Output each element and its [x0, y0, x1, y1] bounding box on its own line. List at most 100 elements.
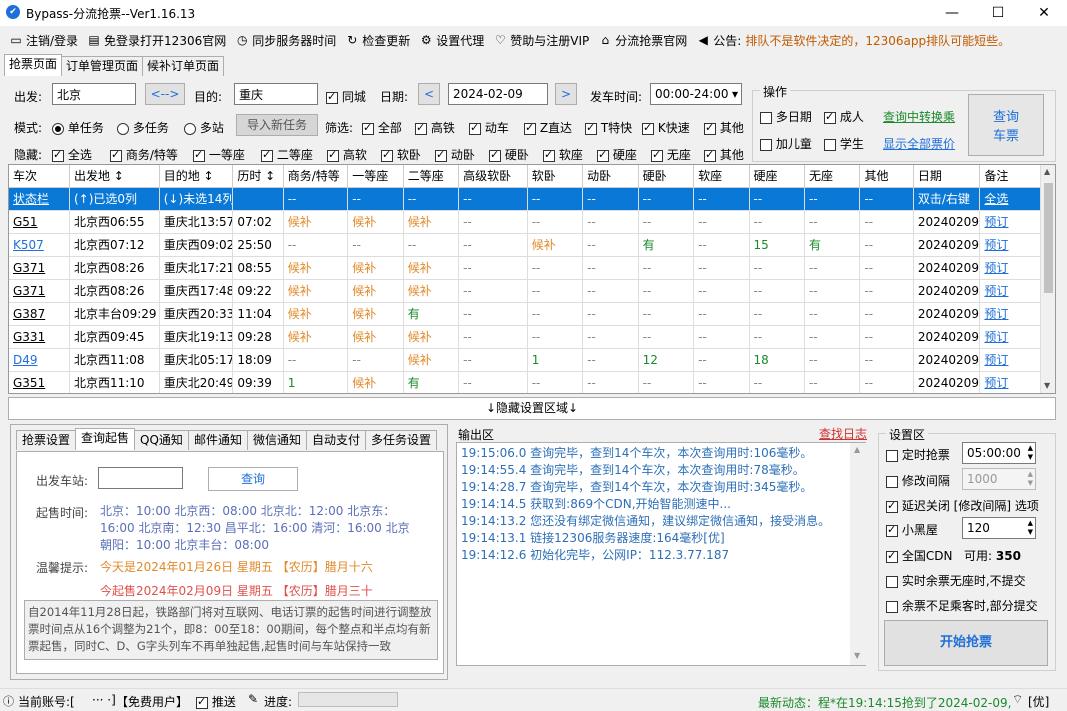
- train-number[interactable]: G331: [9, 325, 70, 349]
- column-header[interactable]: 目的地 ↕: [159, 165, 234, 188]
- column-header[interactable]: 硬卧: [638, 165, 695, 188]
- book-link[interactable]: 预订: [979, 325, 1041, 349]
- hide-soft-sleeper-checkbox[interactable]: 软卧: [381, 146, 421, 163]
- national-cdn-checkbox[interactable]: 全国CDN: [886, 547, 952, 564]
- output-log[interactable]: 19:15:06.0 查询完毕，查到14个车次，本次查询用时:106毫秒。 19:…: [456, 442, 866, 666]
- train-number[interactable]: G371: [9, 279, 70, 303]
- column-header[interactable]: 商务/特等: [283, 165, 349, 188]
- tab-multi-task[interactable]: 多任务设置: [364, 430, 437, 450]
- hide-hard-sleeper-checkbox[interactable]: 硬卧: [489, 146, 529, 163]
- column-header[interactable]: 软卧: [527, 165, 584, 188]
- scroll-up-icon[interactable]: ▲: [1044, 167, 1050, 176]
- tab-grab-page[interactable]: 抢票页面: [4, 54, 63, 76]
- hide-first-class-checkbox[interactable]: 一等座: [193, 146, 245, 163]
- hide-hard-seat-checkbox[interactable]: 硬座: [597, 146, 637, 163]
- tab-auto-pay[interactable]: 自动支付: [305, 430, 366, 450]
- column-header[interactable]: 历时 ↕: [232, 165, 284, 188]
- column-header[interactable]: 高级软卧: [458, 165, 528, 188]
- from-station-input[interactable]: [52, 83, 136, 105]
- column-header[interactable]: 日期: [913, 165, 981, 188]
- table-row[interactable]: G387 北京丰台09:29 重庆西20:33 11:04 候补 候补有 -- -- -- -- -…: [9, 302, 1041, 326]
- check-update-menu[interactable]: ↻ 检查更新: [346, 32, 410, 49]
- import-task-button[interactable]: 导入新任务: [236, 114, 318, 136]
- sync-time-menu[interactable]: ◷ 同步服务器时间: [236, 32, 336, 49]
- start-grab-button[interactable]: 开始抢票: [884, 620, 1048, 666]
- swap-button[interactable]: <-->: [145, 83, 185, 105]
- filter-all-checkbox[interactable]: 全部: [362, 119, 402, 136]
- column-header[interactable]: 备注: [979, 165, 1041, 188]
- mode-single-radio[interactable]: 单任务: [52, 119, 104, 136]
- book-link[interactable]: 预订: [979, 210, 1041, 234]
- book-link[interactable]: 预订: [979, 256, 1041, 280]
- add-child-checkbox[interactable]: 加儿童: [760, 135, 812, 152]
- log-scrollbar[interactable]: ▲ ▼: [850, 443, 866, 665]
- table-row[interactable]: G51 北京西06:55 重庆北13:57 07:02 候补 候补 候补 -- -- -- -- --…: [9, 210, 1041, 234]
- train-number[interactable]: G51: [9, 210, 70, 234]
- table-row[interactable]: K507 北京西07:12 重庆西09:02 25:50 -- -- -- -- 候补 -- 有 --…: [9, 233, 1041, 257]
- spinner-icon[interactable]: ▲ ▼: [1028, 470, 1033, 488]
- book-link[interactable]: 预订: [979, 233, 1041, 257]
- spinner-icon[interactable]: ▲ ▼: [1028, 519, 1033, 537]
- blackroom-input[interactable]: 120 ▲ ▼: [962, 517, 1036, 539]
- toggle-settings-bar[interactable]: ↓隐藏设置区域↓: [8, 397, 1056, 420]
- filter-gaotie-checkbox[interactable]: 高铁: [415, 119, 455, 136]
- logout-login-menu[interactable]: ▭ 注销/登录: [10, 32, 78, 49]
- delay-close-checkbox[interactable]: 延迟关闭 [修改间隔] 选项: [886, 497, 1039, 514]
- column-header[interactable]: 硬座: [749, 165, 805, 188]
- filter-dongche-checkbox[interactable]: 动车: [469, 119, 509, 136]
- filter-k-checkbox[interactable]: K快速: [642, 119, 690, 136]
- column-header[interactable]: 二等座: [403, 165, 460, 188]
- sale-query-button[interactable]: 查询: [208, 467, 298, 491]
- book-link[interactable]: 预订: [979, 302, 1041, 326]
- to-station-input[interactable]: [234, 83, 318, 105]
- show-all-prices-link[interactable]: 显示全部票价: [883, 135, 955, 152]
- official-site-menu[interactable]: ⌂ 分流抢票官网: [599, 32, 687, 49]
- hide-no-seat-checkbox[interactable]: 无座: [651, 146, 691, 163]
- blackroom-checkbox[interactable]: 小黑屋: [886, 521, 938, 538]
- column-header[interactable]: 软座: [693, 165, 750, 188]
- tab-wechat-notify[interactable]: 微信通知: [246, 430, 307, 450]
- train-number[interactable]: G351: [9, 371, 70, 393]
- tab-waitlist-page[interactable]: 候补订单页面: [142, 56, 225, 76]
- open-12306-menu[interactable]: ▤ 免登录打开12306官网: [88, 32, 226, 49]
- scrollbar-thumb[interactable]: [1044, 183, 1053, 293]
- modify-interval-checkbox[interactable]: 修改间隔: [886, 472, 950, 489]
- proxy-menu[interactable]: ⚙ 设置代理: [420, 32, 484, 49]
- column-header[interactable]: 车次: [9, 165, 70, 188]
- no-seat-no-submit-checkbox[interactable]: 实时余票无座时,不提交: [886, 572, 1026, 589]
- table-row[interactable]: G371 北京西08:26 重庆北17:21 08:55 候补 候补 候补 -- -- -- -- -…: [9, 256, 1041, 280]
- status-cell[interactable]: 状态栏: [9, 187, 70, 211]
- book-link[interactable]: 预订: [979, 279, 1041, 303]
- timer-grab-checkbox[interactable]: 定时抢票: [886, 446, 950, 463]
- mode-multi-radio[interactable]: 多任务: [117, 119, 169, 136]
- interval-input[interactable]: 1000 ▲ ▼: [962, 468, 1036, 490]
- scroll-up-icon[interactable]: ▲: [854, 445, 860, 454]
- status-cell[interactable]: 全选: [979, 187, 1041, 211]
- hide-bullet-sleeper-checkbox[interactable]: 动卧: [435, 146, 475, 163]
- tab-grab-settings[interactable]: 抢票设置: [16, 430, 77, 450]
- partial-submit-checkbox[interactable]: 余票不足乘客时,部分提交: [886, 597, 1038, 614]
- query-tickets-button[interactable]: 查询 车票: [968, 94, 1044, 156]
- mode-multi-station-radio[interactable]: 多站: [184, 119, 224, 136]
- date-input[interactable]: [448, 83, 548, 105]
- minimize-button[interactable]: —: [929, 0, 975, 26]
- filter-other-checkbox[interactable]: 其他: [704, 119, 744, 136]
- adult-checkbox[interactable]: 成人: [824, 108, 864, 125]
- column-header[interactable]: 动卧: [582, 165, 639, 188]
- table-row[interactable]: G331 北京西09:45 重庆北19:13 09:28 候补 候补 候补 -- -- -- -- -…: [9, 325, 1041, 349]
- train-number[interactable]: G387: [9, 302, 70, 326]
- tab-qq-notify[interactable]: QQ通知: [134, 430, 189, 450]
- status-row[interactable]: 状态栏 (↑)已选0列 (↓)未选14列 -- -- -- -- -- -- -- -- -- -- --…: [9, 187, 1041, 211]
- timer-time-input[interactable]: 05:00:00 ▲ ▼: [962, 442, 1036, 464]
- spinner-icon[interactable]: ▲ ▼: [1028, 444, 1033, 462]
- scroll-down-icon[interactable]: ▼: [1044, 381, 1050, 390]
- maximize-button[interactable]: ☐: [975, 0, 1021, 26]
- train-number[interactable]: G371: [9, 256, 70, 280]
- student-checkbox[interactable]: 学生: [824, 135, 864, 152]
- book-link[interactable]: 预订: [979, 348, 1041, 372]
- push-checkbox[interactable]: 推送: [196, 693, 236, 710]
- next-date-button[interactable]: >: [555, 83, 577, 105]
- column-header[interactable]: 出发地 ↕: [69, 165, 160, 188]
- filter-t-checkbox[interactable]: T特快: [585, 119, 632, 136]
- hide-all-checkbox[interactable]: 全选: [52, 146, 92, 163]
